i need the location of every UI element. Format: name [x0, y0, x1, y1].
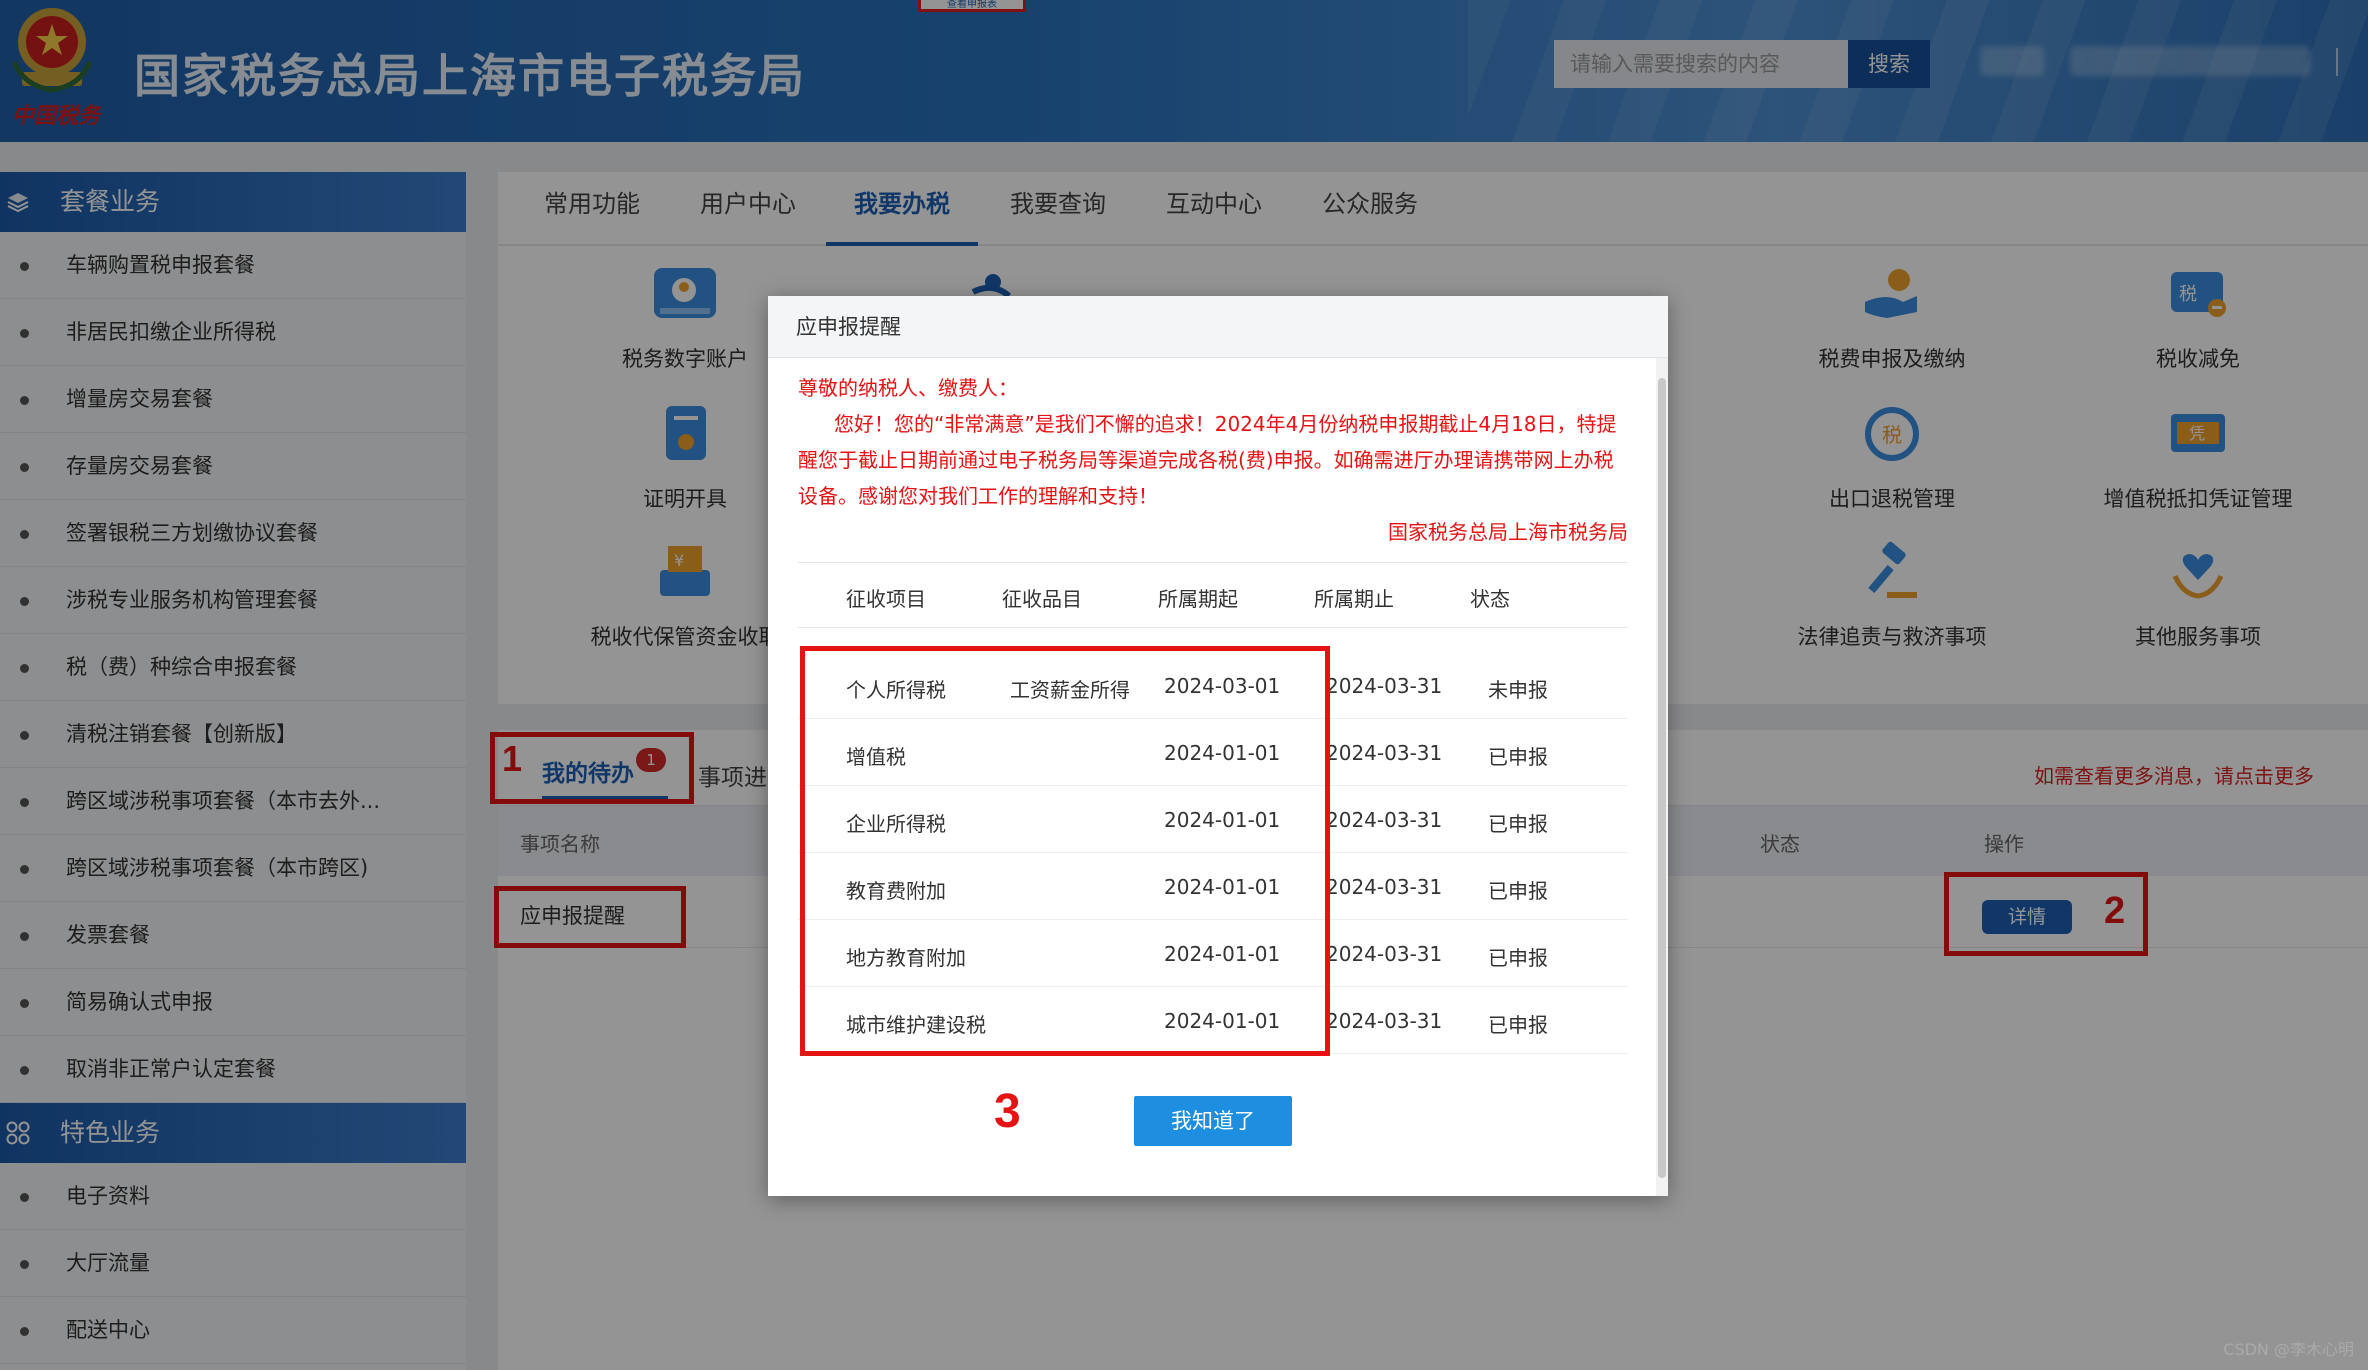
dialog-table-header: 征收项目 征收品目 所属期起 所属期止 状态: [798, 562, 1628, 628]
col-levy-item: 征收项目: [846, 587, 926, 611]
acknowledge-button[interactable]: 我知道了: [1134, 1096, 1292, 1146]
table-cell: 已申报: [1488, 946, 1548, 970]
notice-signature: 国家税务总局上海市税务局: [1388, 520, 1628, 544]
dialog-scrollbar[interactable]: [1656, 358, 1668, 1196]
table-cell: 2024-03-31: [1326, 1009, 1443, 1033]
notice-greeting: 尊敬的纳税人、缴费人：: [798, 376, 1018, 400]
table-cell: 已申报: [1488, 1013, 1548, 1037]
dialog-title: 应申报提醒: [768, 296, 1668, 358]
col-levy-category: 征收品目: [1002, 587, 1082, 611]
table-cell: 未申报: [1488, 678, 1548, 702]
table-cell: 已申报: [1488, 879, 1548, 903]
table-cell: 已申报: [1488, 745, 1548, 769]
table-cell: 已申报: [1488, 812, 1548, 836]
annotation-box-3: [800, 646, 1330, 1056]
table-cell: 2024-03-31: [1326, 875, 1443, 899]
notice-body: 您好！您的“非常满意”是我们不懈的追求！2024年4月份纳税申报期截止4月18日…: [798, 412, 1617, 508]
col-period-end: 所属期止: [1314, 587, 1394, 611]
annotation-label-3: 3: [994, 1085, 1021, 1138]
col-period-start: 所属期起: [1158, 587, 1238, 611]
table-cell: 2024-03-31: [1326, 741, 1443, 765]
dialog-notice: 尊敬的纳税人、缴费人： 您好！您的“非常满意”是我们不懈的追求！2024年4月份…: [798, 370, 1628, 550]
table-cell: 2024-03-31: [1326, 808, 1443, 832]
table-cell: 2024-03-31: [1326, 942, 1443, 966]
watermark: CSDN @李木心明: [2223, 1340, 2354, 1359]
scrollbar-thumb[interactable]: [1658, 378, 1666, 1178]
col-status: 状态: [1470, 587, 1510, 611]
table-cell: 2024-03-31: [1326, 674, 1443, 698]
declaration-reminder-dialog: 应申报提醒 尊敬的纳税人、缴费人： 您好！您的“非常满意”是我们不懈的追求！20…: [768, 296, 1668, 1196]
